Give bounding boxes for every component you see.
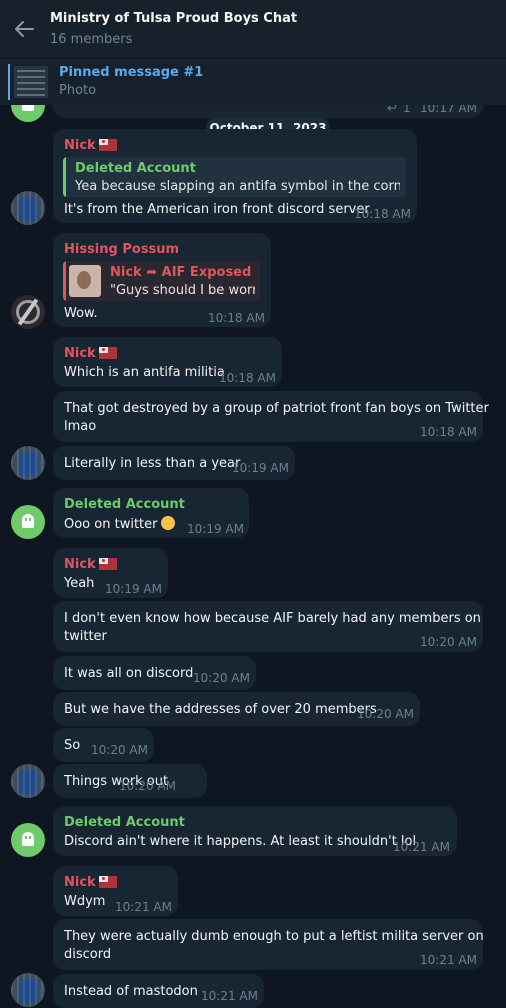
sender-name[interactable]: Deleted Account (64, 815, 185, 830)
pinned-thumbnail (14, 66, 48, 98)
chat-title[interactable]: Ministry of Tulsa Proud Boys Chat (50, 11, 297, 26)
message-bubble[interactable]: Literally in less than a year 10:19 AM (53, 446, 295, 480)
message-bubble[interactable]: Nick Which is an antifa militia 10:18 AM (53, 337, 282, 387)
message-text: I don't even know how because AIF barely… (64, 611, 481, 626)
message-time: 10:20 AM (193, 671, 250, 685)
reply-sender: Nick ➦ AIF Exposed (110, 265, 252, 280)
pinned-title: Pinned message #1 (59, 65, 204, 80)
message-bubble[interactable]: Things work out 10:20 AM (53, 764, 207, 798)
laughing-emoji-icon (161, 516, 176, 530)
sender-name[interactable]: Nick (64, 557, 117, 572)
avatar-nick[interactable] (11, 446, 45, 480)
message-time: 10:20 AM (357, 707, 414, 721)
flag-icon (98, 347, 117, 359)
message-time: 10:20 AM (91, 743, 148, 757)
pinned-message-bar[interactable]: Pinned message #1 Photo (0, 58, 506, 105)
message-time: 10:18 AM (354, 207, 411, 221)
chat-header[interactable]: Ministry of Tulsa Proud Boys Chat 16 mem… (0, 0, 506, 58)
message-list: lmao ↩ 1 10:17 AM October 11, 2023 Nick … (0, 0, 506, 1008)
reply-text: Yea because slapping an antifa symbol in… (75, 179, 400, 194)
sender-name[interactable]: Nick (64, 138, 117, 153)
flag-icon (98, 876, 117, 888)
message-text: Literally in less than a year (64, 456, 241, 471)
message-text-line2: twitter (64, 629, 107, 644)
sender-name[interactable]: Nick (64, 875, 117, 890)
message-text: Wow. (64, 306, 98, 321)
message-text: That got destroyed by a group of patriot… (64, 401, 489, 416)
message-text: Wdym (64, 894, 106, 909)
message-time: 10:20 AM (119, 779, 176, 793)
reply-preview[interactable]: Deleted Account Yea because slapping an … (63, 157, 406, 197)
message-bubble[interactable]: Deleted Account Ooo on twitter 10:19 AM (53, 488, 249, 538)
message-bubble[interactable]: They were actually dumb enough to put a … (53, 919, 484, 970)
message-bubble[interactable]: Nick Deleted Account Yea because slappin… (53, 129, 417, 223)
message-bubble[interactable]: That got destroyed by a group of patriot… (53, 391, 489, 442)
message-bubble[interactable]: But we have the addresses of over 20 mem… (53, 692, 420, 726)
message-time: 10:21 AM (393, 840, 450, 854)
message-bubble[interactable]: Hissing Possum Nick ➦ AIF Exposed "Guys … (53, 233, 271, 327)
message-time: 10:21 AM (201, 989, 258, 1003)
back-arrow-icon[interactable] (14, 20, 34, 38)
message-text: Yeah (64, 576, 95, 591)
pinned-indicator (8, 64, 10, 100)
message-text: Instead of mastodon (64, 984, 198, 999)
message-text-line2: lmao (64, 419, 97, 434)
reply-text: "Guys should I be worr... (110, 283, 255, 298)
message-time: 10:18 AM (219, 371, 276, 385)
message-bubble[interactable]: I don't even know how because AIF barely… (53, 601, 483, 652)
reply-thumbnail (69, 265, 101, 297)
message-bubble[interactable]: It was all on discord 10:20 AM (53, 656, 256, 690)
reply-preview[interactable]: Nick ➦ AIF Exposed "Guys should I be wor… (63, 261, 260, 301)
message-time: 10:18 AM (208, 311, 265, 325)
message-text-line2: discord (64, 947, 112, 962)
message-time: 10:20 AM (420, 635, 477, 649)
message-time: 10:19 AM (105, 582, 162, 596)
message-bubble[interactable]: Deleted Account Discord ain't where it h… (53, 806, 457, 856)
message-time: 10:21 AM (115, 900, 172, 914)
sender-name[interactable]: Deleted Account (64, 497, 185, 512)
flag-icon (98, 558, 117, 570)
avatar-hissing-possum[interactable] (11, 295, 45, 329)
pinned-subtitle: Photo (59, 83, 97, 98)
message-text: Ooo on twitter (64, 516, 176, 532)
flag-icon (98, 139, 117, 151)
message-text: Discord ain't where it happens. At least… (64, 834, 417, 849)
message-text: It was all on discord (64, 666, 194, 681)
message-time: 10:19 AM (187, 522, 244, 536)
message-time: 10:21 AM (420, 953, 477, 967)
message-text: But we have the addresses of over 20 mem… (64, 702, 377, 717)
avatar-deleted-account[interactable] (11, 823, 45, 857)
avatar-nick[interactable] (11, 973, 45, 1007)
message-text: So (64, 738, 81, 753)
message-time: 10:19 AM (232, 461, 289, 475)
message-bubble[interactable]: Instead of mastodon 10:21 AM (53, 974, 264, 1008)
avatar-nick[interactable] (11, 191, 45, 225)
message-text: Which is an antifa militia (64, 365, 225, 380)
sender-name[interactable]: Hissing Possum (64, 242, 179, 257)
ghost-icon (22, 514, 34, 528)
message-bubble[interactable]: Nick Wdym 10:21 AM (53, 866, 178, 916)
avatar-deleted-account[interactable] (11, 505, 45, 539)
reply-sender: Deleted Account (75, 161, 196, 176)
message-text: They were actually dumb enough to put a … (64, 929, 484, 944)
sender-name[interactable]: Nick (64, 346, 117, 361)
message-bubble[interactable]: Nick Yeah 10:19 AM (53, 548, 168, 598)
message-bubble[interactable]: So 10:20 AM (53, 728, 154, 762)
message-text: It's from the American iron front discor… (64, 202, 370, 217)
message-time: 10:18 AM (420, 425, 477, 439)
ghost-icon (22, 832, 34, 846)
avatar-nick[interactable] (11, 764, 45, 798)
member-count[interactable]: 16 members (50, 32, 132, 47)
